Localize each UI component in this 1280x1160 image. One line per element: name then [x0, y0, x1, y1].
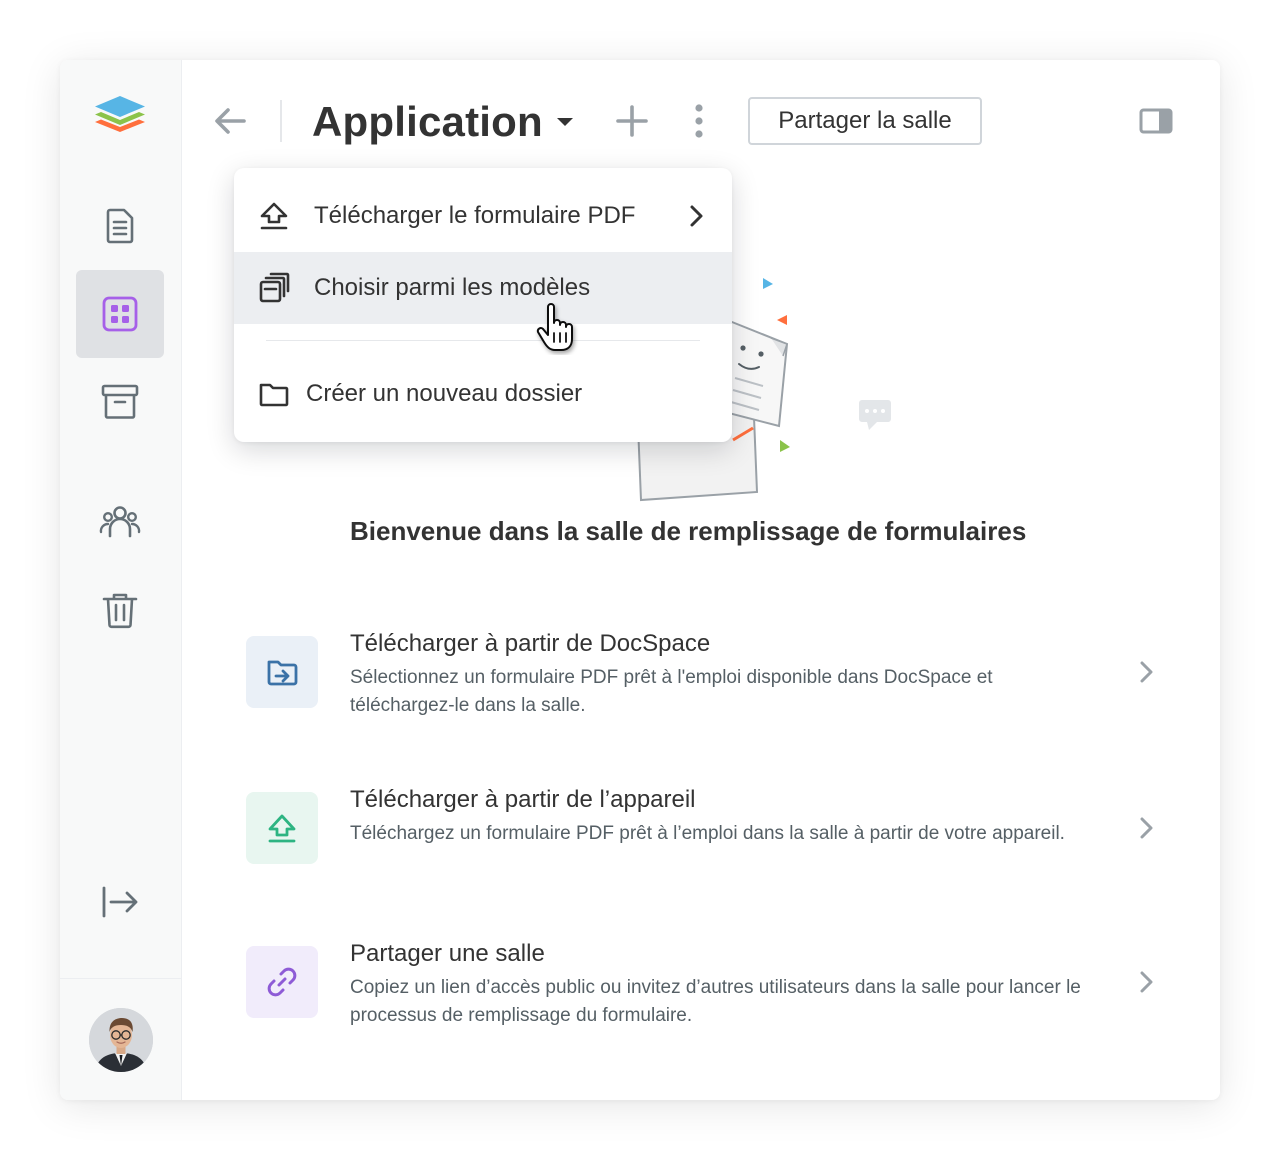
people-icon [99, 506, 141, 538]
rooms-icon [102, 296, 138, 332]
chevron-right-icon [1134, 814, 1158, 842]
page-title: Application [312, 98, 543, 145]
docspace-upload-icon [246, 636, 318, 708]
sidebar-item-rooms[interactable] [76, 270, 164, 358]
option-upload-device[interactable]: Télécharger à partir de l’appareil Téléc… [246, 786, 1166, 912]
sidebar-item-archive[interactable] [76, 358, 164, 446]
trash-icon [102, 593, 138, 629]
add-menu: Télécharger le formulaire PDF Choisir pa… [234, 168, 732, 442]
device-upload-icon [246, 792, 318, 864]
option-description: Copiez un lien d’accès public ou invitez… [350, 977, 1081, 1026]
more-options-icon[interactable] [686, 101, 712, 141]
option-title: Télécharger à partir de l’appareil [350, 786, 696, 813]
document-icon [106, 208, 134, 244]
sidebar-item-logout[interactable] [76, 858, 164, 946]
sidebar-item-documents[interactable] [76, 182, 164, 270]
option-description: Sélectionnez un formulaire PDF prêt à l'… [350, 667, 993, 716]
caret-down-icon [555, 116, 575, 128]
sidebar-item-trash[interactable] [76, 566, 164, 654]
header: Application Partager la salle [182, 60, 1220, 182]
upload-icon [258, 200, 290, 232]
menu-item-templates[interactable]: Choisir parmi les modèles [234, 252, 732, 324]
info-panel-icon[interactable] [1138, 105, 1174, 137]
option-title: Télécharger à partir de DocSpace [350, 630, 711, 657]
hand-pointer-icon [535, 303, 579, 355]
app-window: Application Partager la salle Bienvenue … [60, 60, 1220, 1100]
templates-icon [258, 272, 290, 304]
menu-item-new-folder[interactable]: Créer un nouveau dossier [234, 358, 732, 430]
app-logo-icon[interactable] [92, 92, 148, 148]
share-room-button[interactable]: Partager la salle [748, 97, 982, 145]
chevron-right-icon [1134, 968, 1158, 996]
option-description: Téléchargez un formulaire PDF prêt à l’e… [350, 823, 1065, 844]
option-share-room[interactable]: Partager une salle Copiez un lien d’accè… [246, 940, 1166, 1066]
sidebar-footer [60, 978, 181, 1100]
plus-icon[interactable] [612, 101, 652, 141]
chevron-right-icon [684, 202, 708, 230]
link-icon [246, 946, 318, 1018]
archive-icon [101, 384, 139, 419]
room-title[interactable]: Application [312, 94, 575, 150]
menu-item-label: Télécharger le formulaire PDF [314, 202, 636, 229]
folder-icon [258, 378, 290, 410]
welcome-heading: Bienvenue dans la salle de remplissage d… [350, 516, 1027, 546]
sidebar [60, 60, 182, 1100]
option-title: Partager une salle [350, 940, 545, 967]
sidebar-item-people[interactable] [76, 478, 164, 566]
menu-item-upload-pdf[interactable]: Télécharger le formulaire PDF [234, 180, 732, 252]
header-divider [280, 100, 282, 142]
menu-divider [266, 340, 700, 341]
back-arrow-icon[interactable] [210, 101, 250, 141]
menu-item-label: Créer un nouveau dossier [306, 380, 583, 407]
option-upload-docspace[interactable]: Télécharger à partir de DocSpace Sélecti… [246, 630, 1166, 756]
chevron-right-icon [1134, 658, 1158, 686]
logout-icon [102, 886, 138, 918]
menu-item-label: Choisir parmi les modèles [314, 274, 591, 301]
avatar[interactable] [88, 1007, 153, 1072]
